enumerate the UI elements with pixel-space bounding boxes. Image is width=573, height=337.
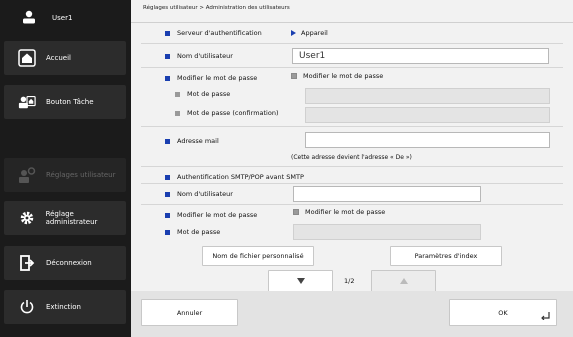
index-params-button[interactable]: Paramètres d'index (390, 246, 502, 266)
bullet-icon (165, 229, 170, 235)
password-label: Mot de passe (175, 90, 230, 98)
change-password-label: Modifier le mot de passe (165, 74, 257, 82)
bullet-icon (165, 138, 170, 144)
email-field[interactable] (305, 132, 550, 148)
divider (141, 126, 563, 127)
sidebar-item-label: Extinction (46, 303, 81, 311)
divider (141, 67, 563, 68)
arrow-down-icon (296, 278, 305, 284)
change-password-checkbox[interactable]: Modifier le mot de passe (291, 72, 383, 80)
sidebar-item-extinction[interactable]: Extinction (4, 290, 126, 324)
bullet-icon (165, 30, 170, 36)
page-up-button[interactable] (371, 270, 436, 292)
divider (141, 204, 563, 205)
sidebar-item-deconnexion[interactable]: Déconnexion (4, 246, 126, 280)
smtp-password-label: Mot de passe (165, 228, 220, 236)
power-icon (18, 298, 36, 316)
cancel-button[interactable]: Annuler (141, 299, 238, 326)
sidebar-item-reglages-utilisateur[interactable]: Réglages utilisateur (4, 158, 126, 192)
custom-filename-button[interactable]: Nom de fichier personnalisé (202, 246, 314, 266)
bullet-icon (175, 110, 180, 116)
auth-server-label: Serveur d'authentification (165, 29, 262, 37)
password-confirm-label: Mot de passe (confirmation) (175, 109, 279, 117)
user-header: User1 (0, 0, 131, 36)
smtp-change-password-label: Modifier le mot de passe (165, 211, 257, 219)
sidebar-item-accueil[interactable]: Accueil (4, 41, 126, 75)
bullet-icon (165, 53, 170, 59)
sidebar-item-label: Bouton Tâche (46, 98, 94, 106)
divider (141, 166, 563, 167)
smtp-password-field[interactable] (293, 224, 481, 240)
home-icon (18, 49, 36, 67)
sidebar-item-bouton-tache[interactable]: Bouton Tâche (4, 85, 126, 119)
smtp-section-label: Authentification SMTP/POP avant SMTP (165, 173, 304, 181)
task-icon (18, 93, 36, 111)
divider (141, 183, 563, 184)
auth-server-value[interactable]: Appareil (291, 29, 328, 37)
sidebar: User1 Accueil Bouton Tâche Réglages util… (0, 0, 131, 337)
gear-icon (18, 209, 36, 227)
page-indicator: 1/2 (344, 277, 355, 285)
email-label: Adresse mail (165, 137, 219, 145)
smtp-username-field[interactable] (293, 186, 481, 202)
smtp-change-password-checkbox[interactable]: Modifier le mot de passe (293, 208, 385, 216)
username-field[interactable]: User1 (292, 48, 549, 64)
password-confirm-field[interactable] (305, 107, 550, 123)
username-label: Nom d'utilisateur (165, 52, 233, 60)
sidebar-item-reglage-administrateur[interactable]: Réglage administrateur (4, 201, 126, 235)
main-panel: Réglages utilisateur > Administration de… (131, 0, 573, 337)
bullet-icon (165, 191, 170, 197)
sidebar-item-label: Réglage administrateur (45, 210, 98, 226)
bullet-icon (165, 212, 170, 218)
user-name: User1 (52, 14, 73, 22)
bullet-icon (165, 75, 170, 81)
user-icon (22, 10, 36, 26)
logout-icon (18, 254, 36, 272)
enter-icon (541, 312, 550, 320)
smtp-username-label: Nom d'utilisateur (165, 190, 233, 198)
checkbox-icon (291, 73, 297, 79)
breadcrumb: Réglages utilisateur > Administration de… (143, 5, 290, 11)
page-down-button[interactable] (268, 270, 333, 292)
play-arrow-icon (291, 30, 296, 36)
header-divider (131, 22, 573, 23)
checkbox-icon (293, 209, 299, 215)
sidebar-item-label: Déconnexion (46, 259, 92, 267)
sidebar-item-label: Réglages utilisateur (46, 171, 116, 179)
bullet-icon (165, 174, 170, 180)
sidebar-item-label: Accueil (46, 54, 71, 62)
user-settings-icon (18, 166, 36, 184)
arrow-up-icon (399, 278, 408, 284)
bullet-icon (175, 91, 180, 97)
email-note: (Cette adresse devient l'adresse « De ») (291, 154, 412, 161)
ok-button[interactable]: OK (449, 299, 557, 326)
divider (141, 43, 563, 44)
password-field[interactable] (305, 88, 550, 104)
